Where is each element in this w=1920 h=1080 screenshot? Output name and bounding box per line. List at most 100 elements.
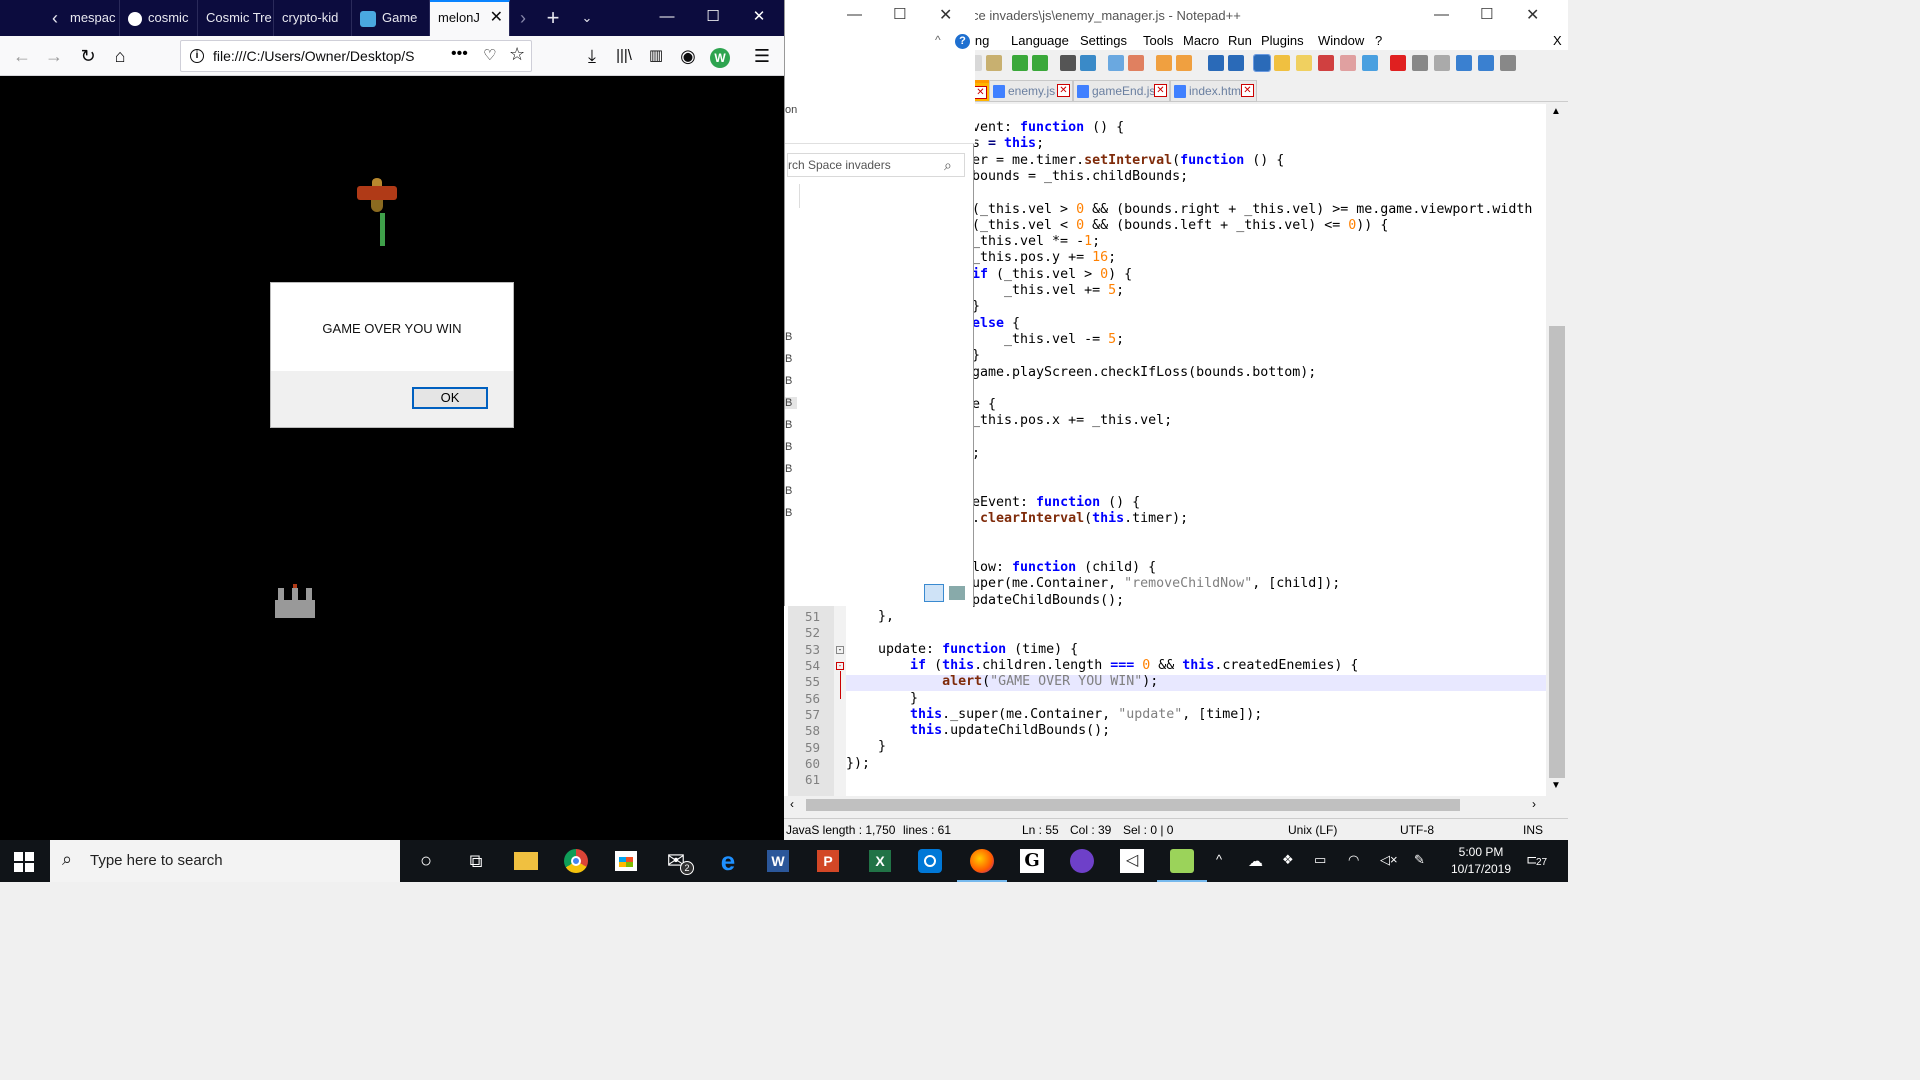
search-icon[interactable]: ⌕ xyxy=(944,154,952,176)
close-window-icon[interactable]: ✕ xyxy=(939,5,952,25)
list-tabs-icon[interactable]: ⌄ xyxy=(572,0,602,36)
menu-settings[interactable]: Settings xyxy=(1080,33,1127,48)
folder-workspace-icon[interactable] xyxy=(1340,55,1356,71)
close-tab-icon[interactable]: ✕ xyxy=(490,2,503,34)
menu-window[interactable]: Window xyxy=(1318,33,1364,48)
powerpoint-icon[interactable]: P xyxy=(812,845,844,877)
details-view-icon[interactable] xyxy=(924,584,944,602)
zoom-out-icon[interactable] xyxy=(1128,55,1144,71)
url-bar[interactable]: i file:///C:/Users/Owner/Desktop/S ••• ♡… xyxy=(180,40,532,72)
close-tab-icon[interactable]: ✕ xyxy=(1241,84,1254,97)
doc-map-icon[interactable] xyxy=(1296,55,1312,71)
library-icon[interactable]: |||\ xyxy=(610,42,638,70)
npp-tab-gameend-js[interactable]: gameEnd.js ✕ xyxy=(1073,80,1170,102)
download-icon[interactable]: ⤓ xyxy=(578,42,606,70)
word-wrap-icon[interactable] xyxy=(1208,55,1224,71)
firefox-icon[interactable] xyxy=(957,845,1007,882)
npp-tab-enemy-js[interactable]: enemy.js ✕ xyxy=(989,80,1073,102)
extension-w-icon[interactable]: W xyxy=(706,42,734,70)
new-tab-icon[interactable]: + xyxy=(538,0,568,36)
notepadpp-icon[interactable] xyxy=(1157,845,1207,882)
replace-icon[interactable] xyxy=(1080,55,1096,71)
explorer-search-input[interactable]: rch Space invaders ⌕ xyxy=(787,153,965,177)
store-icon[interactable] xyxy=(610,845,642,877)
tab-scroll-right-icon[interactable]: › xyxy=(508,0,538,36)
home-icon[interactable]: ⌂ xyxy=(106,42,134,70)
tab-mespac[interactable]: mespac xyxy=(62,0,120,36)
zoom-in-icon[interactable] xyxy=(1108,55,1124,71)
help-icon[interactable]: ? xyxy=(955,34,970,49)
paste-icon[interactable] xyxy=(986,55,1002,71)
scroll-left-icon[interactable]: ‹ xyxy=(790,797,794,811)
scroll-right-icon[interactable]: › xyxy=(1532,797,1536,811)
page-actions-icon[interactable]: ••• xyxy=(451,45,468,63)
github-desktop-icon[interactable] xyxy=(1066,845,1098,877)
undo-icon[interactable] xyxy=(1012,55,1028,71)
cortana-icon[interactable]: ○ xyxy=(410,845,442,877)
menu-tools[interactable]: Tools xyxy=(1143,33,1173,48)
taskbar-clock[interactable]: 5:00 PM 10/17/2019 xyxy=(1436,844,1526,878)
back-icon[interactable]: ← xyxy=(8,42,36,70)
menu-help[interactable]: ? xyxy=(1375,33,1382,48)
reload-icon[interactable]: ↻ xyxy=(74,42,102,70)
chrome-icon[interactable] xyxy=(560,845,592,877)
maximize-icon[interactable]: ☐ xyxy=(1480,5,1493,23)
scroll-thumb[interactable] xyxy=(1549,326,1565,778)
sync-h-icon[interactable] xyxy=(1176,55,1192,71)
cortana-app-icon[interactable] xyxy=(914,845,946,877)
visual-studio-icon[interactable]: ◁ xyxy=(1116,845,1148,877)
tab-crypto-kid[interactable]: crypto-kid xyxy=(274,0,352,36)
minimize-icon[interactable]: — xyxy=(1434,6,1449,23)
collapse-ribbon-icon[interactable]: ^ xyxy=(935,33,941,47)
indent-guide-icon[interactable] xyxy=(1253,54,1271,72)
record-macro-icon[interactable] xyxy=(1390,55,1406,71)
close-tab-icon[interactable]: ✕ xyxy=(1154,84,1167,97)
task-view-icon[interactable]: ⧉ xyxy=(460,845,492,877)
large-icons-view-icon[interactable] xyxy=(949,586,965,600)
word-icon[interactable]: W xyxy=(762,845,794,877)
tab-cosmic-tree[interactable]: Cosmic Tre xyxy=(198,0,274,36)
menu-icon[interactable]: ☰ xyxy=(748,42,776,70)
info-icon[interactable]: i xyxy=(190,49,204,63)
tab-game[interactable]: Game xyxy=(352,0,430,36)
save-icon[interactable] xyxy=(1500,55,1516,71)
vertical-scrollbar[interactable]: ▲ ▼ xyxy=(1546,104,1568,796)
monitor-icon[interactable] xyxy=(1362,55,1378,71)
close-window-icon[interactable]: ✕ xyxy=(1526,5,1539,25)
function-list-icon[interactable] xyxy=(1318,55,1334,71)
menu-macro[interactable]: Macro xyxy=(1183,33,1219,48)
play-macro-icon[interactable] xyxy=(1434,55,1450,71)
mail-icon[interactable]: ✉ 2 xyxy=(660,845,694,877)
scroll-up-icon[interactable]: ▲ xyxy=(1551,106,1561,117)
sync-v-icon[interactable] xyxy=(1156,55,1172,71)
close-tab-icon[interactable]: ✕ xyxy=(1057,84,1070,97)
find-icon[interactable] xyxy=(1060,55,1076,71)
bookmark-star-icon[interactable]: ☆ xyxy=(509,44,525,65)
pocket-icon[interactable]: ♡ xyxy=(483,46,496,64)
tab-cosmic[interactable]: cosmic xyxy=(120,0,198,36)
save-macro-icon[interactable] xyxy=(1478,55,1494,71)
pen-workspace-icon[interactable]: ✎ xyxy=(1414,852,1425,868)
stop-macro-icon[interactable] xyxy=(1412,55,1428,71)
menu-run[interactable]: Run xyxy=(1228,33,1252,48)
volume-muted-icon[interactable]: ◁× xyxy=(1380,852,1398,868)
maximize-icon[interactable]: ☐ xyxy=(690,0,736,36)
close-tab-icon[interactable]: ✕ xyxy=(974,86,987,99)
account-icon[interactable]: ◉ xyxy=(674,42,702,70)
g-app-icon[interactable]: G xyxy=(1016,845,1048,877)
minimize-icon[interactable]: — xyxy=(644,0,690,36)
run-macro-multiple-icon[interactable] xyxy=(1456,55,1472,71)
tab-melonjs[interactable]: melonJ ✕ xyxy=(430,0,510,36)
show-hidden-icons-icon[interactable]: ^ xyxy=(1216,852,1222,867)
edge-icon[interactable]: e xyxy=(712,845,744,877)
maximize-icon[interactable]: ☐ xyxy=(893,5,906,23)
redo-icon[interactable] xyxy=(1032,55,1048,71)
horizontal-scrollbar[interactable]: ‹ › xyxy=(784,796,1546,814)
wifi-icon[interactable]: ◠ xyxy=(1348,852,1359,868)
close-window-icon[interactable]: ✕ xyxy=(736,0,782,36)
scroll-thumb[interactable] xyxy=(806,799,1460,811)
windows-start-icon[interactable] xyxy=(14,852,34,872)
excel-icon[interactable]: X xyxy=(864,845,896,877)
taskbar-search-box[interactable]: ⌕ Type here to search xyxy=(50,840,400,882)
npp-tab-index-html[interactable]: index.html ✕ xyxy=(1170,80,1257,102)
